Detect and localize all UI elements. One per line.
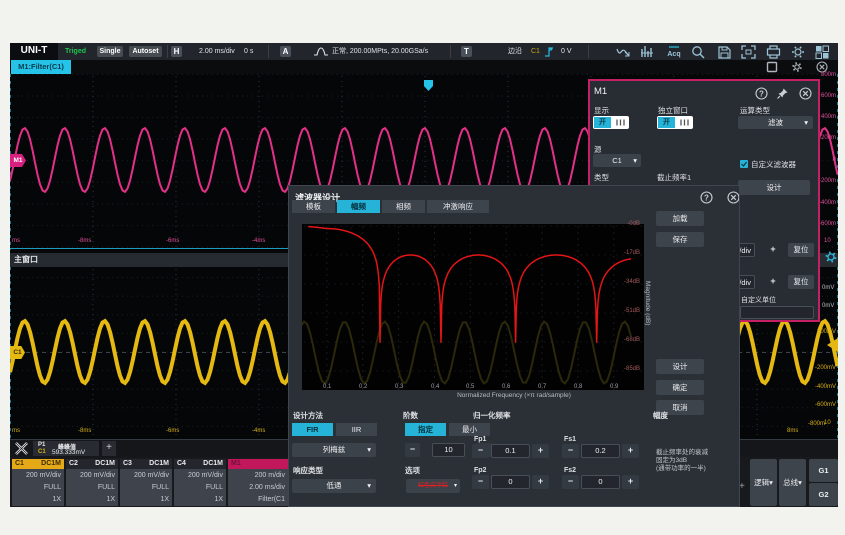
svg-text:?: ? — [704, 193, 709, 202]
svg-text:?: ? — [759, 89, 764, 98]
svg-text:Acq: Acq — [667, 51, 680, 58]
